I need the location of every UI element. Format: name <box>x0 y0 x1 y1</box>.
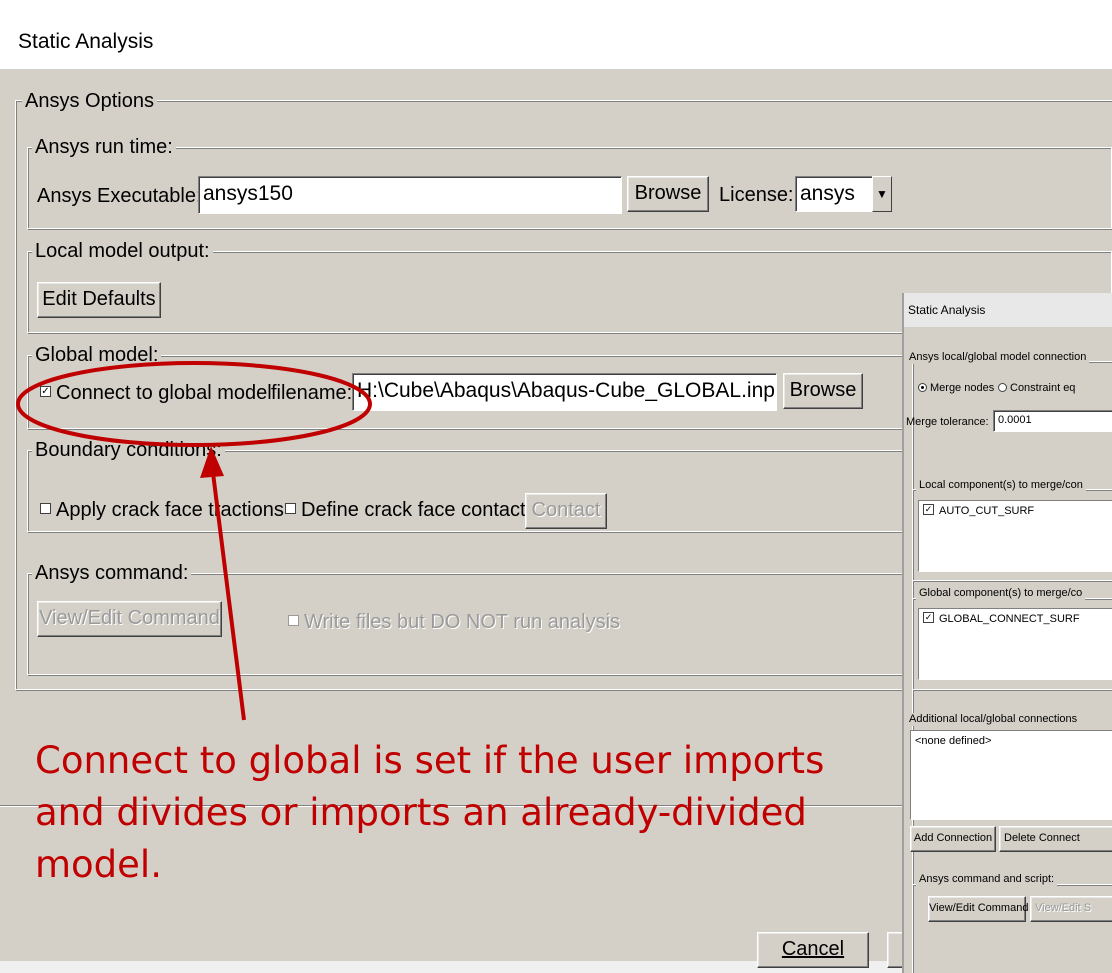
annotation-arrow-head <box>200 446 224 478</box>
highlight-ellipse <box>16 361 372 447</box>
annotation-arrow-line <box>209 456 246 721</box>
annotation-text: Connect to global is set if the user imp… <box>35 739 825 886</box>
